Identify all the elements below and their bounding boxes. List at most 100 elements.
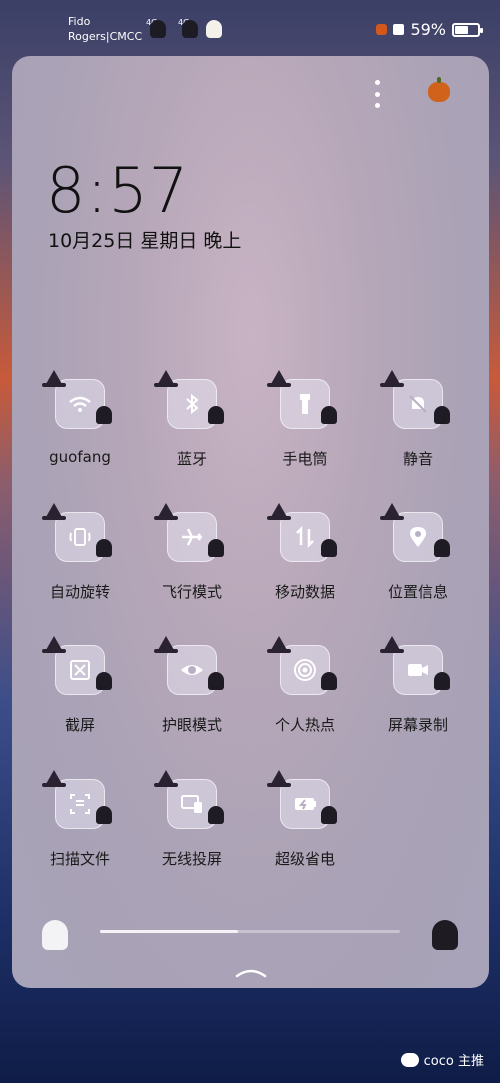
- ghost-icon: [208, 539, 224, 557]
- tile-scan[interactable]: 扫描文件: [30, 770, 130, 886]
- ghost-icon: [434, 539, 450, 557]
- witch-hat-icon: [380, 503, 404, 520]
- date: 10月25日 星期日 晚上: [48, 230, 242, 252]
- watermark: coco 主推: [400, 1050, 484, 1069]
- bluetooth-icon: [186, 393, 199, 415]
- tile-screen-record[interactable]: 屏幕录制: [368, 636, 468, 752]
- battery-saver-icon: [295, 798, 316, 810]
- wechat-icon: [400, 1052, 419, 1067]
- tile-label: 自动旋转: [49, 583, 110, 601]
- location-icon: [410, 527, 426, 547]
- witch-hat-icon: [154, 636, 178, 653]
- witch-hat-icon: [42, 770, 66, 787]
- cast-icon: [181, 795, 202, 813]
- brightness-fill: [100, 930, 238, 933]
- wifi-icon: [69, 396, 91, 412]
- screenshot-icon: [70, 660, 90, 680]
- witch-hat-icon: [154, 370, 178, 387]
- ghost-icon: [96, 406, 112, 424]
- ghost-icon: [206, 20, 222, 38]
- witch-hat-icon: [42, 636, 66, 653]
- witch-hat-icon: [267, 770, 291, 787]
- ghost-icon: [150, 20, 166, 38]
- witch-hat-icon: [380, 636, 404, 653]
- tile-label: 扫描文件: [49, 850, 110, 868]
- tile-data[interactable]: 移动数据: [255, 503, 355, 619]
- witch-hat-icon: [267, 503, 291, 520]
- ghost-icon: [96, 539, 112, 557]
- ghost-icon: [321, 539, 337, 557]
- tile-label: 飞行模式: [161, 583, 222, 601]
- tile-label: guofang: [49, 448, 111, 466]
- tile-wifi[interactable]: guofang: [30, 370, 130, 486]
- bell-off-icon: [409, 395, 427, 413]
- ghost-icon: [42, 920, 68, 950]
- witch-hat-icon: [42, 503, 66, 520]
- brightness-track[interactable]: [100, 930, 400, 933]
- ghost-icon: [208, 672, 224, 690]
- witch-hat-icon: [380, 370, 404, 387]
- witch-hat-icon: [154, 770, 178, 787]
- clock: 8:57: [46, 154, 190, 227]
- ghost-icon: [434, 406, 450, 424]
- eye-icon: [181, 665, 203, 675]
- carrier-info: Fido Rogers|CMCC: [68, 14, 142, 44]
- watermark-text: coco 主推: [423, 1054, 484, 1069]
- tile-screenshot[interactable]: 截屏: [30, 636, 130, 752]
- tile-label: 超级省电: [274, 850, 335, 868]
- tile-bell-off[interactable]: 静音: [368, 370, 468, 486]
- battery-percent: 59%: [410, 20, 446, 39]
- rotate-icon: [69, 528, 91, 546]
- tile-cast[interactable]: 无线投屏: [142, 770, 242, 886]
- witch-hat-icon: [267, 636, 291, 653]
- tile-flashlight[interactable]: 手电筒: [255, 370, 355, 486]
- tile-label: 屏幕录制: [387, 716, 448, 734]
- tile-bluetooth[interactable]: 蓝牙: [142, 370, 242, 486]
- ghost-icon: [96, 672, 112, 690]
- ghost-icon: [434, 672, 450, 690]
- ghost-icon: [208, 406, 224, 424]
- brightness-slider[interactable]: [12, 916, 489, 956]
- airplane-icon: [182, 528, 202, 546]
- witch-hat-icon: [154, 503, 178, 520]
- ghost-icon: [321, 806, 337, 824]
- tile-label: 截屏: [64, 716, 95, 734]
- tile-battery-saver[interactable]: 超级省电: [255, 770, 355, 886]
- tile-eye[interactable]: 护眼模式: [142, 636, 242, 752]
- more-options-icon[interactable]: [370, 80, 384, 108]
- ghost-icon: [321, 406, 337, 424]
- witch-hat-icon: [267, 370, 291, 387]
- tile-label: 无线投屏: [161, 850, 222, 868]
- quick-settings-panel: 8:57 10月25日 星期日 晚上 guofang 蓝牙 手电筒 静音自动旋转 飞行模…: [12, 56, 489, 988]
- pumpkin-icon: [428, 77, 450, 102]
- ghost-icon: [96, 806, 112, 824]
- nfc-icon: [393, 24, 405, 35]
- tile-label: 移动数据: [274, 583, 335, 601]
- status-right: 59%: [376, 20, 483, 39]
- ghost-icon: [432, 920, 458, 950]
- tile-label: 蓝牙: [176, 450, 207, 468]
- tile-rotate[interactable]: 自动旋转: [30, 503, 130, 619]
- tile-label: 位置信息: [387, 583, 448, 601]
- carrier-line-2: Rogers|CMCC: [68, 30, 143, 43]
- screen-record-icon: [408, 664, 428, 676]
- tile-label: 静音: [402, 450, 433, 468]
- hotspot-icon: [294, 659, 316, 681]
- tile-airplane[interactable]: 飞行模式: [142, 503, 242, 619]
- ghost-icon: [321, 672, 337, 690]
- collapse-handle-icon[interactable]: [234, 968, 268, 978]
- tile-hotspot[interactable]: 个人热点: [255, 636, 355, 752]
- tile-label: 护眼模式: [161, 716, 222, 734]
- flashlight-icon: [300, 394, 310, 414]
- scan-icon: [70, 794, 90, 814]
- notification-icon: [376, 24, 388, 35]
- witch-hat-icon: [42, 370, 66, 387]
- carrier-line-1: Fido: [68, 15, 91, 28]
- data-icon: [296, 525, 314, 549]
- tile-label: 手电筒: [282, 450, 328, 468]
- battery-icon: [452, 22, 483, 37]
- tile-location[interactable]: 位置信息: [368, 503, 468, 619]
- ghost-icon: [182, 20, 198, 38]
- tile-label: 个人热点: [274, 716, 335, 734]
- status-bar: Fido Rogers|CMCC 4G 4G 59%: [0, 0, 500, 48]
